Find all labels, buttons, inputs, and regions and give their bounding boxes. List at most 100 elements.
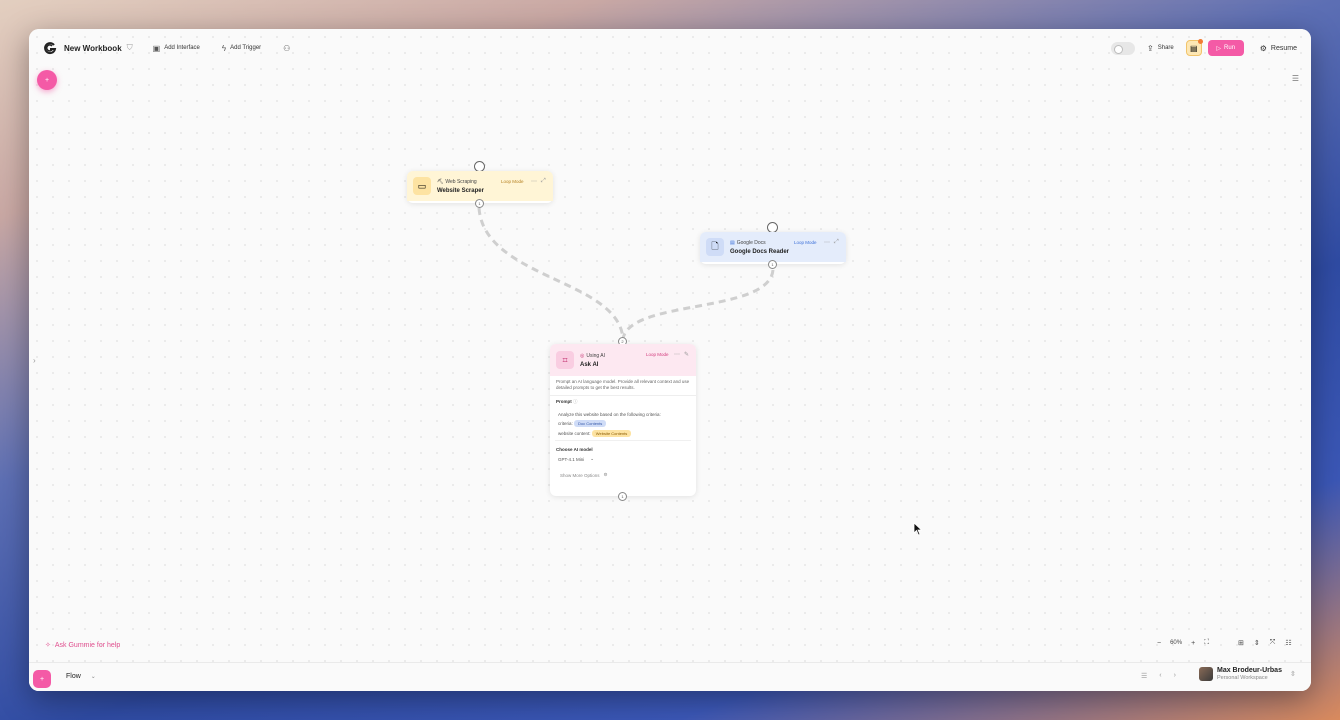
gumloop-logo-icon[interactable] bbox=[43, 41, 57, 55]
node-meta: ⛏ Web Scraping Website Scraper bbox=[437, 179, 484, 194]
website-contents-chip[interactable]: Website Contents bbox=[591, 430, 632, 438]
grid-icon[interactable]: ⊞ bbox=[1238, 639, 1244, 647]
edit-icon[interactable]: ✎ bbox=[684, 351, 689, 358]
expand-sidebar-chevron-icon[interactable]: › bbox=[33, 356, 36, 365]
run-button[interactable]: ▷ Run bbox=[1207, 40, 1244, 56]
expand-vertical-icon[interactable]: ⇕ bbox=[1254, 639, 1260, 647]
preview-toggle[interactable] bbox=[1111, 41, 1136, 55]
google-docs-icon: ▤ bbox=[730, 239, 735, 246]
webhook-icon: ⚇ bbox=[283, 43, 291, 53]
credits-button[interactable]: ▤ bbox=[1185, 39, 1203, 56]
prompt-line-3: website content: Website Contents bbox=[558, 429, 688, 439]
list-icon[interactable]: ☰ bbox=[1141, 672, 1147, 680]
model-label: Choose AI model bbox=[556, 447, 593, 453]
ai-icon: ◎ bbox=[580, 352, 585, 359]
add-trigger-button[interactable]: ϟ Add Trigger bbox=[218, 39, 265, 57]
ellipsis-icon[interactable]: ⋯ bbox=[531, 178, 537, 185]
fit-view-icon[interactable]: ⛶ bbox=[1204, 639, 1209, 647]
chevron-down-icon: ⌄ bbox=[90, 674, 96, 680]
play-icon: ▷ bbox=[1216, 45, 1222, 52]
resume-label: Resume bbox=[1270, 44, 1297, 52]
history-icon: ⚙ bbox=[1259, 43, 1267, 53]
user-menu[interactable]: Max Brodeur-Urbas Personal Workspace ⇳ bbox=[1199, 667, 1296, 681]
node-list-icon[interactable]: ☰ bbox=[1292, 74, 1299, 83]
node-name: Website Scraper bbox=[437, 187, 484, 194]
shield-icon[interactable]: ⛉ bbox=[127, 43, 133, 53]
plus-icon: + bbox=[44, 76, 50, 84]
zoom-out-icon[interactable]: − bbox=[1157, 640, 1161, 647]
expand-icon[interactable]: ⤢ bbox=[541, 178, 546, 185]
share-label: Share bbox=[1157, 45, 1174, 51]
node-header: 🗋 ▤ Google Docs Google Docs Reader Loop M… bbox=[700, 232, 846, 262]
prompt-editor[interactable]: Analyze this website based on the follow… bbox=[555, 409, 691, 442]
add-interface-button[interactable]: ▣ Add Interface bbox=[149, 39, 204, 57]
doc-contents-chip[interactable]: Doc Contents bbox=[574, 420, 607, 428]
add-flow-button[interactable]: + bbox=[33, 670, 51, 688]
prompt-line-2: criteria: Doc Contents bbox=[558, 419, 688, 429]
app-window: New Workbook ⛉ ▣ Add Interface ϟ Add Tri… bbox=[29, 29, 1311, 691]
resume-button[interactable]: ⚙ Resume bbox=[1256, 44, 1301, 53]
ask-gummie-button[interactable]: ✧ Ask Gummie for help bbox=[45, 641, 120, 650]
workbook-title[interactable]: New Workbook bbox=[64, 44, 122, 53]
avatar bbox=[1199, 667, 1213, 681]
node-category-label: Google Docs bbox=[736, 239, 766, 246]
sliders-icon[interactable]: ☷ bbox=[1285, 639, 1291, 647]
add-trigger-label: Add Trigger bbox=[230, 45, 262, 51]
collapse-icon[interactable]: ⤧ bbox=[1270, 639, 1276, 647]
prompt-line-1: Analyze this website based on the follow… bbox=[558, 411, 661, 417]
gift-icon: ▤ bbox=[1189, 43, 1198, 53]
bottom-bar: + Flow ⌄ ☰ ‹ › Max Brodeur-Urbas Persona… bbox=[29, 662, 1311, 691]
plus-icon: + bbox=[39, 675, 45, 683]
node-description: Prompt an AI language model. Provide all… bbox=[550, 376, 696, 396]
model-select[interactable]: GPT-4.1 Mini ⌄ bbox=[550, 454, 696, 464]
node-ask-ai[interactable]: 2 ⌗ ◎ Using AI Ask AI Loop Mode ⋯ ✎ Promp… bbox=[550, 337, 696, 501]
user-info: Max Brodeur-Urbas Personal Workspace bbox=[1217, 667, 1282, 681]
chevron-right-icon[interactable]: › bbox=[1174, 672, 1176, 680]
notification-dot bbox=[1197, 39, 1203, 44]
add-node-fab[interactable]: + bbox=[37, 70, 57, 90]
top-bar: New Workbook ⛉ ▣ Add Interface ϟ Add Tri… bbox=[29, 29, 1311, 67]
expand-icon[interactable]: ⤢ bbox=[834, 239, 839, 246]
ellipsis-icon[interactable]: ⋯ bbox=[674, 351, 680, 358]
node-output-port[interactable]: 1 bbox=[618, 492, 627, 501]
loop-mode-toggle[interactable]: Loop Mode bbox=[794, 240, 817, 245]
model-value: GPT-4.1 Mini bbox=[558, 456, 585, 462]
chevron-down-icon: ⌄ bbox=[590, 456, 595, 462]
node-website-scraper[interactable]: ▭ ⛏ Web Scraping Website Scraper Loop Mod… bbox=[407, 161, 553, 208]
loop-mode-toggle[interactable]: Loop Mode bbox=[646, 352, 669, 357]
share-icon: ⇪ bbox=[1147, 43, 1154, 53]
show-more-options-button[interactable]: Show More Options ⚙ bbox=[550, 464, 696, 486]
pager: ☰ ‹ › bbox=[1141, 672, 1176, 680]
node-category: ⛏ Web Scraping bbox=[437, 179, 484, 185]
loop-mode-toggle[interactable]: Loop Mode bbox=[501, 179, 524, 184]
run-label: Run bbox=[1224, 45, 1236, 51]
share-button[interactable]: ⇪ Share bbox=[1147, 44, 1174, 53]
interface-icon: ▣ bbox=[152, 43, 161, 53]
info-icon: ⓘ bbox=[573, 398, 578, 404]
top-bar-right: ⇪ Share ▤ ▷ Run ⚙ Resume bbox=[1111, 29, 1311, 67]
chevron-left-icon[interactable]: ‹ bbox=[1159, 672, 1161, 680]
chevron-updown-icon: ⇳ bbox=[1289, 671, 1296, 678]
flow-label: Flow bbox=[66, 673, 81, 680]
workspace-name: Personal Workspace bbox=[1217, 675, 1268, 681]
node-category: ▤ Google Docs bbox=[730, 240, 789, 246]
zoom-in-icon[interactable]: + bbox=[1191, 640, 1195, 647]
flow-selector[interactable]: Flow ⌄ bbox=[66, 673, 96, 680]
node-category: ◎ Using AI bbox=[580, 353, 605, 359]
monitor-icon: ▭ bbox=[413, 177, 431, 195]
prompt-label-text: Prompt bbox=[556, 398, 572, 404]
ellipsis-icon[interactable]: ⋯ bbox=[824, 239, 830, 246]
node-google-docs-reader[interactable]: 🗋 ▤ Google Docs Google Docs Reader Loop M… bbox=[700, 222, 846, 269]
criteria-label: criteria: bbox=[558, 421, 573, 427]
content-label: website content: bbox=[558, 431, 591, 437]
lightning-icon: ϟ bbox=[221, 43, 227, 53]
node-name: Ask AI bbox=[580, 361, 599, 368]
prompt-label: Prompt ⓘ bbox=[550, 396, 696, 407]
webhook-button[interactable]: ⚇ bbox=[279, 39, 298, 57]
show-more-label: Show More Options bbox=[560, 472, 600, 478]
node-output-port[interactable]: 1 bbox=[768, 260, 777, 269]
node-category-label: Web Scraping bbox=[445, 178, 477, 185]
zoom-level: 60% bbox=[1170, 640, 1183, 646]
node-output-port[interactable]: 1 bbox=[475, 199, 484, 208]
node-name: Google Docs Reader bbox=[730, 248, 790, 255]
